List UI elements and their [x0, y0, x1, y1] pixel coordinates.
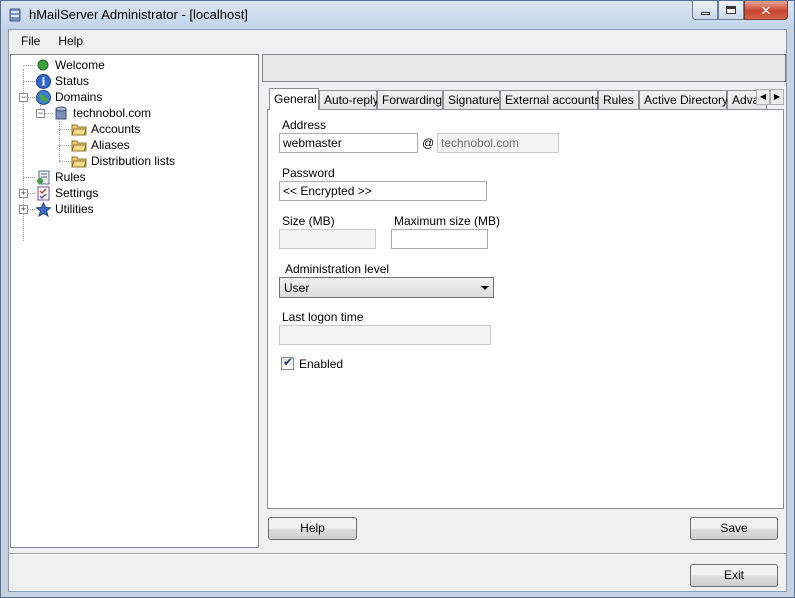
client-area: File Help − − + + Welcome i Status Domai…	[8, 29, 787, 592]
tree-item-domain-technobol[interactable]: technobol.com	[53, 105, 151, 121]
minimize-icon	[700, 11, 710, 15]
star-icon	[35, 201, 51, 217]
close-button[interactable]: ✕	[744, 1, 788, 20]
enabled-label: Enabled	[299, 357, 344, 371]
tree-item-welcome[interactable]: Welcome	[35, 57, 105, 73]
menu-bar: File Help	[9, 30, 786, 52]
title-bar: hMailServer Administrator - [localhost] …	[1, 1, 794, 29]
tree-item-label: Accounts	[91, 122, 141, 136]
password-label: Password	[282, 166, 335, 180]
menu-help[interactable]: Help	[48, 30, 91, 52]
tab-auto-reply[interactable]: Auto-reply	[319, 90, 379, 109]
tree-item-label: Welcome	[55, 58, 105, 72]
max-size-input[interactable]	[391, 229, 488, 249]
tab-general[interactable]: General	[269, 88, 319, 110]
domain-collapse-toggle[interactable]: −	[36, 109, 45, 118]
tab-active-directory[interactable]: Active Directory	[639, 90, 728, 109]
rules-icon	[35, 169, 51, 185]
tab-scroll-buttons: ◀ ▶	[756, 89, 784, 105]
folder-icon	[71, 121, 87, 137]
folder-icon	[71, 137, 87, 153]
checklist-icon	[35, 185, 51, 201]
tab-scroll-right-button[interactable]: ▶	[770, 89, 784, 105]
save-button[interactable]: Save	[690, 517, 778, 540]
exit-button[interactable]: Exit	[690, 564, 778, 587]
domains-collapse-toggle[interactable]: −	[19, 93, 28, 102]
maximize-button[interactable]	[718, 1, 744, 20]
size-label: Size (MB)	[282, 214, 335, 228]
globe-icon	[35, 89, 51, 105]
tree-item-status[interactable]: i Status	[35, 73, 89, 89]
domain-field: technobol.com	[437, 133, 559, 153]
tree-item-distribution-lists[interactable]: Distribution lists	[71, 153, 175, 169]
tree-item-rules[interactable]: Rules	[35, 169, 86, 185]
tree-item-aliases[interactable]: Aliases	[71, 137, 130, 153]
database-icon	[53, 105, 69, 121]
server-icon	[7, 7, 23, 23]
info-icon: i	[35, 73, 51, 89]
address-input[interactable]: webmaster	[279, 133, 418, 153]
close-icon: ✕	[760, 2, 772, 18]
address-label: Address	[282, 118, 327, 132]
tab-page-general: Address webmaster @ technobol.com Passwo…	[267, 109, 784, 509]
tree-item-label: Utilities	[55, 202, 94, 216]
tab-forwarding[interactable]: Forwarding	[377, 90, 443, 109]
svg-text:i: i	[41, 75, 45, 88]
app-window: hMailServer Administrator - [localhost] …	[0, 0, 795, 598]
utilities-expand-toggle[interactable]: +	[19, 205, 28, 214]
password-input[interactable]: << Encrypted >>	[279, 181, 487, 201]
enabled-checkbox[interactable]: ✔	[281, 355, 294, 370]
settings-expand-toggle[interactable]: +	[19, 189, 28, 198]
tree-item-domains[interactable]: Domains	[35, 89, 102, 105]
header-strip	[262, 54, 786, 82]
tree-item-label: Status	[55, 74, 90, 88]
folder-icon	[71, 153, 87, 169]
tree-item-label: Domains	[55, 90, 103, 104]
tree-item-label: Settings	[55, 186, 99, 200]
tree-item-accounts[interactable]: Accounts	[71, 121, 140, 137]
tab-external-accounts[interactable]: External accounts	[500, 90, 600, 109]
footer-separator	[9, 553, 786, 555]
last-logon-field	[279, 325, 491, 345]
tree-item-settings[interactable]: Settings	[35, 185, 98, 201]
tree-item-label: Distribution lists	[91, 154, 176, 168]
admin-level-label: Administration level	[285, 262, 390, 276]
tree-item-label: Aliases	[91, 138, 130, 152]
max-size-label: Maximum size (MB)	[394, 214, 501, 228]
last-logon-label: Last logon time	[282, 310, 364, 324]
window-title: hMailServer Administrator - [localhost]	[29, 7, 248, 22]
admin-level-value: User	[284, 281, 310, 295]
tree-item-utilities[interactable]: Utilities	[35, 201, 94, 217]
tab-rules[interactable]: Rules	[598, 90, 639, 109]
minimize-button[interactable]	[692, 1, 718, 20]
admin-level-select[interactable]: User	[279, 277, 494, 298]
tree-item-label: Rules	[55, 170, 86, 184]
tab-strip: General Auto-reply Forwarding Signature …	[269, 88, 784, 110]
chevron-down-icon	[481, 286, 489, 290]
green-dot-icon	[35, 57, 51, 73]
at-sign: @	[422, 136, 435, 150]
checkmark-icon: ✔	[283, 355, 294, 369]
tab-scroll-left-button[interactable]: ◀	[756, 89, 770, 105]
tree-item-label: technobol.com	[73, 106, 152, 120]
maximize-icon	[726, 6, 736, 14]
size-field	[279, 229, 376, 249]
tab-signature[interactable]: Signature	[443, 90, 500, 109]
help-button[interactable]: Help	[268, 517, 357, 540]
menu-file[interactable]: File	[9, 30, 48, 52]
navigation-tree[interactable]: − − + + Welcome i Status Domains technob…	[10, 54, 259, 548]
